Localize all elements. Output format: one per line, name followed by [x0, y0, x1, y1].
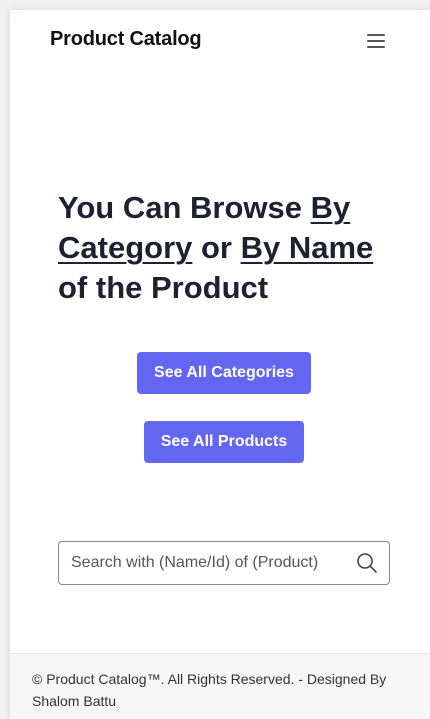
hamburger-menu-icon[interactable] — [366, 32, 386, 50]
search-box — [58, 541, 390, 585]
search-input[interactable] — [71, 542, 341, 584]
footer-copyright: © Product Catalog™. All Rights Reserved.… — [32, 671, 387, 709]
brand-title[interactable]: Product Catalog — [50, 28, 202, 51]
by-link-text: By — [310, 190, 351, 225]
page: Product Catalog You Can Browse By Categor… — [10, 10, 430, 719]
hero-text-1: You Can Browse — [58, 190, 311, 225]
navbar: Product Catalog — [10, 10, 430, 72]
see-all-products-button[interactable]: See All Products — [144, 421, 304, 463]
hero-text-3: of the Product — [58, 270, 269, 305]
search-icon[interactable] — [355, 551, 379, 575]
menu-bar — [367, 46, 385, 48]
category-link-text: Category — [58, 230, 193, 265]
hero-heading: You Can Browse By Category or By Name of … — [58, 188, 398, 308]
see-all-categories-button[interactable]: See All Categories — [137, 352, 311, 394]
hero-text-2: or — [192, 230, 241, 265]
footer: © Product Catalog™. All Rights Reserved.… — [10, 653, 430, 719]
viewport: Product Catalog You Can Browse By Categor… — [0, 0, 430, 719]
menu-bar — [367, 34, 385, 36]
menu-bar — [367, 40, 385, 42]
by-name-link[interactable]: By Name — [241, 230, 374, 265]
